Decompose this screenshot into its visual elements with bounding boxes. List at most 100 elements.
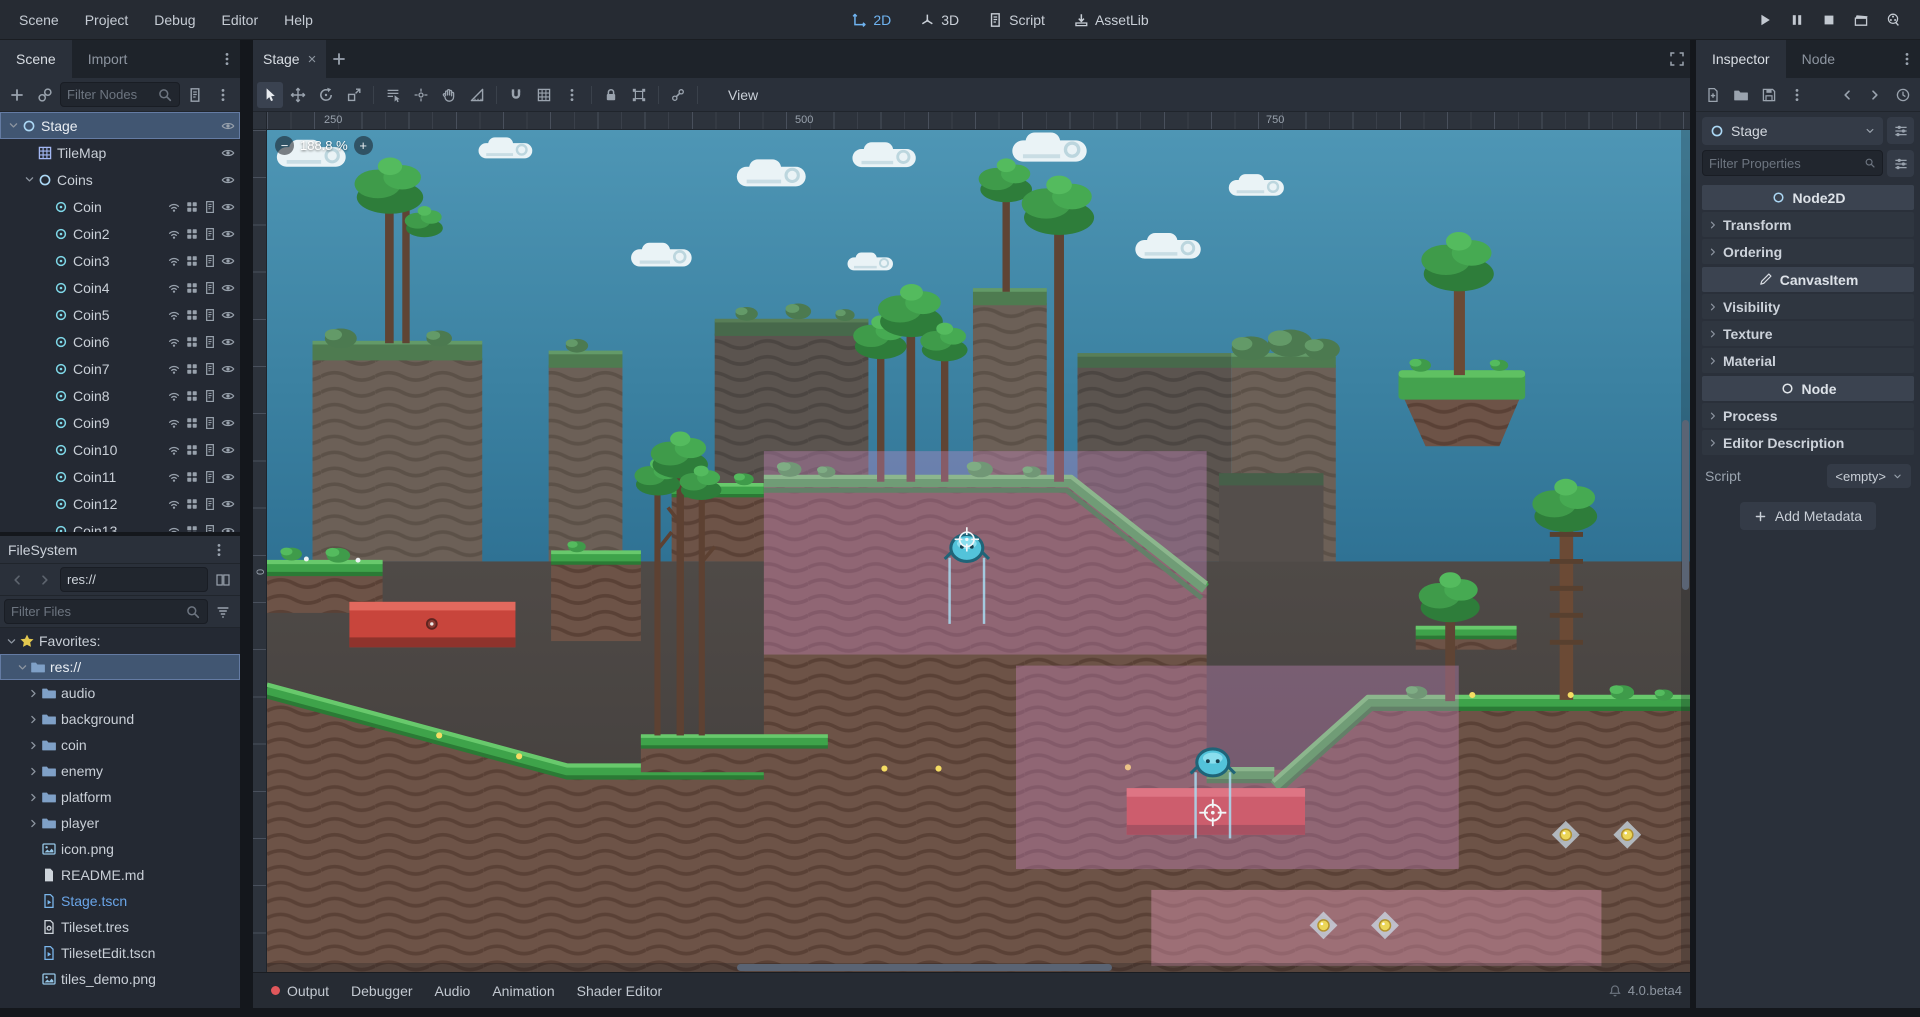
- script-badge[interactable]: [201, 333, 219, 351]
- file-row-enemy[interactable]: enemy: [0, 758, 240, 784]
- play-scene-button[interactable]: [1846, 7, 1876, 33]
- script-badge[interactable]: [201, 306, 219, 324]
- attach-script-button[interactable]: [182, 82, 208, 108]
- smart-snap-button[interactable]: [503, 82, 529, 108]
- property-filter[interactable]: [1702, 150, 1883, 176]
- scene-tab-stage[interactable]: Stage ×: [253, 40, 326, 78]
- toggle-split-button[interactable]: [210, 567, 236, 593]
- menu-project[interactable]: Project: [72, 0, 142, 39]
- inspector-tab-node[interactable]: Node: [1786, 40, 1851, 78]
- group-object-button[interactable]: [626, 82, 652, 108]
- connections-badge[interactable]: [165, 306, 183, 324]
- history-forward-button[interactable]: [32, 567, 58, 593]
- snap-options-button[interactable]: [559, 82, 585, 108]
- visibility-toggle[interactable]: [219, 387, 237, 405]
- distraction-free-button[interactable]: [1664, 46, 1690, 72]
- script-badge[interactable]: [201, 468, 219, 486]
- groups-badge[interactable]: [183, 279, 201, 297]
- context-2d-button[interactable]: 2D: [842, 5, 900, 35]
- file-arrow[interactable]: [26, 712, 41, 727]
- connections-badge[interactable]: [165, 360, 183, 378]
- move-tool-button[interactable]: [285, 82, 311, 108]
- file-row-tilesetedit-tscn[interactable]: TilesetEdit.tscn: [0, 940, 240, 966]
- section-ordering[interactable]: Ordering: [1702, 239, 1914, 264]
- pan-tool-button[interactable]: [436, 82, 462, 108]
- file-row-tiles-demo-png[interactable]: tiles_demo.png: [0, 966, 240, 992]
- tree-row-coin11[interactable]: Coin11: [0, 463, 240, 490]
- grid-snap-button[interactable]: [531, 82, 557, 108]
- script-badge[interactable]: [201, 522, 219, 533]
- visibility-toggle[interactable]: [219, 441, 237, 459]
- horizontal-scrollbar-thumb[interactable]: [737, 964, 1112, 971]
- filter-options-button[interactable]: [1887, 150, 1914, 177]
- file-row-readme-md[interactable]: README.md: [0, 862, 240, 888]
- file-filter[interactable]: [4, 599, 208, 624]
- viewport[interactable]: − 188.8 % +: [267, 130, 1690, 972]
- connections-badge[interactable]: [165, 495, 183, 513]
- stop-button[interactable]: [1814, 7, 1844, 33]
- file-arrow[interactable]: [26, 764, 41, 779]
- tree-row-tilemap[interactable]: TileMap: [0, 139, 240, 166]
- groups-badge[interactable]: [183, 441, 201, 459]
- section-material[interactable]: Material: [1702, 348, 1914, 373]
- file-row-tileset-tres[interactable]: Tileset.tres: [0, 914, 240, 940]
- edited-node-dropdown[interactable]: Stage: [1702, 117, 1883, 145]
- ruler-horizontal[interactable]: 250500750: [267, 112, 1690, 129]
- file-arrow[interactable]: [26, 738, 41, 753]
- tree-row-coin[interactable]: Coin: [0, 193, 240, 220]
- object-options-button[interactable]: [1887, 117, 1914, 144]
- script-badge[interactable]: [201, 495, 219, 513]
- tree-row-coin7[interactable]: Coin7: [0, 355, 240, 382]
- scene-dock-tab-scene[interactable]: Scene: [0, 40, 72, 78]
- new-resource-button[interactable]: [1700, 82, 1726, 108]
- visibility-toggle[interactable]: [219, 225, 237, 243]
- menu-editor[interactable]: Editor: [209, 0, 272, 39]
- vertical-scrollbar-thumb[interactable]: [1682, 420, 1689, 590]
- file-arrow[interactable]: [26, 816, 41, 831]
- resource-menu-button[interactable]: [1784, 82, 1810, 108]
- groups-badge[interactable]: [183, 414, 201, 432]
- add-metadata-button[interactable]: Add Metadata: [1740, 502, 1876, 530]
- script-badge[interactable]: [201, 252, 219, 270]
- connections-badge[interactable]: [165, 198, 183, 216]
- tree-row-coin12[interactable]: Coin12: [0, 490, 240, 517]
- file-row-icon-png[interactable]: icon.png: [0, 836, 240, 862]
- pause-button[interactable]: [1782, 7, 1812, 33]
- bottom-shader-editor-button[interactable]: Shader Editor: [567, 978, 673, 1004]
- section-process[interactable]: Process: [1702, 403, 1914, 428]
- groups-badge[interactable]: [183, 225, 201, 243]
- file-arrow[interactable]: [26, 686, 41, 701]
- script-value-dropdown[interactable]: <empty>: [1827, 464, 1911, 488]
- vertical-scrollbar[interactable]: [1681, 130, 1690, 972]
- inspector-tab-inspector[interactable]: Inspector: [1696, 40, 1786, 78]
- load-resource-button[interactable]: [1728, 82, 1754, 108]
- connections-badge[interactable]: [165, 279, 183, 297]
- script-badge[interactable]: [201, 279, 219, 297]
- visibility-toggle[interactable]: [219, 171, 237, 189]
- skeleton-options-button[interactable]: [665, 82, 691, 108]
- category-node[interactable]: Node: [1702, 376, 1914, 401]
- visibility-toggle[interactable]: [219, 198, 237, 216]
- script-badge[interactable]: [201, 441, 219, 459]
- tree-row-coin4[interactable]: Coin4: [0, 274, 240, 301]
- lock-object-button[interactable]: [598, 82, 624, 108]
- visibility-toggle[interactable]: [219, 117, 237, 135]
- file-row-favorites[interactable]: Favorites:: [0, 628, 240, 654]
- section-visibility[interactable]: Visibility: [1702, 294, 1914, 319]
- groups-badge[interactable]: [183, 333, 201, 351]
- add-scene-tab-button[interactable]: [326, 46, 352, 72]
- context-script-button[interactable]: Script: [978, 5, 1054, 35]
- category-node2d[interactable]: Node2D: [1702, 185, 1914, 210]
- context-assetlib-button[interactable]: AssetLib: [1064, 5, 1158, 35]
- scene-filter-input[interactable]: [67, 87, 153, 102]
- zoom-level[interactable]: 188.8 %: [300, 138, 348, 153]
- list-select-tool-button[interactable]: [380, 82, 406, 108]
- file-row-platform[interactable]: platform: [0, 784, 240, 810]
- filesystem-menu-button[interactable]: [206, 537, 232, 563]
- tree-row-coin6[interactable]: Coin6: [0, 328, 240, 355]
- play-button[interactable]: [1750, 7, 1780, 33]
- visibility-toggle[interactable]: [219, 333, 237, 351]
- tree-row-coin10[interactable]: Coin10: [0, 436, 240, 463]
- groups-badge[interactable]: [183, 387, 201, 405]
- visibility-toggle[interactable]: [219, 414, 237, 432]
